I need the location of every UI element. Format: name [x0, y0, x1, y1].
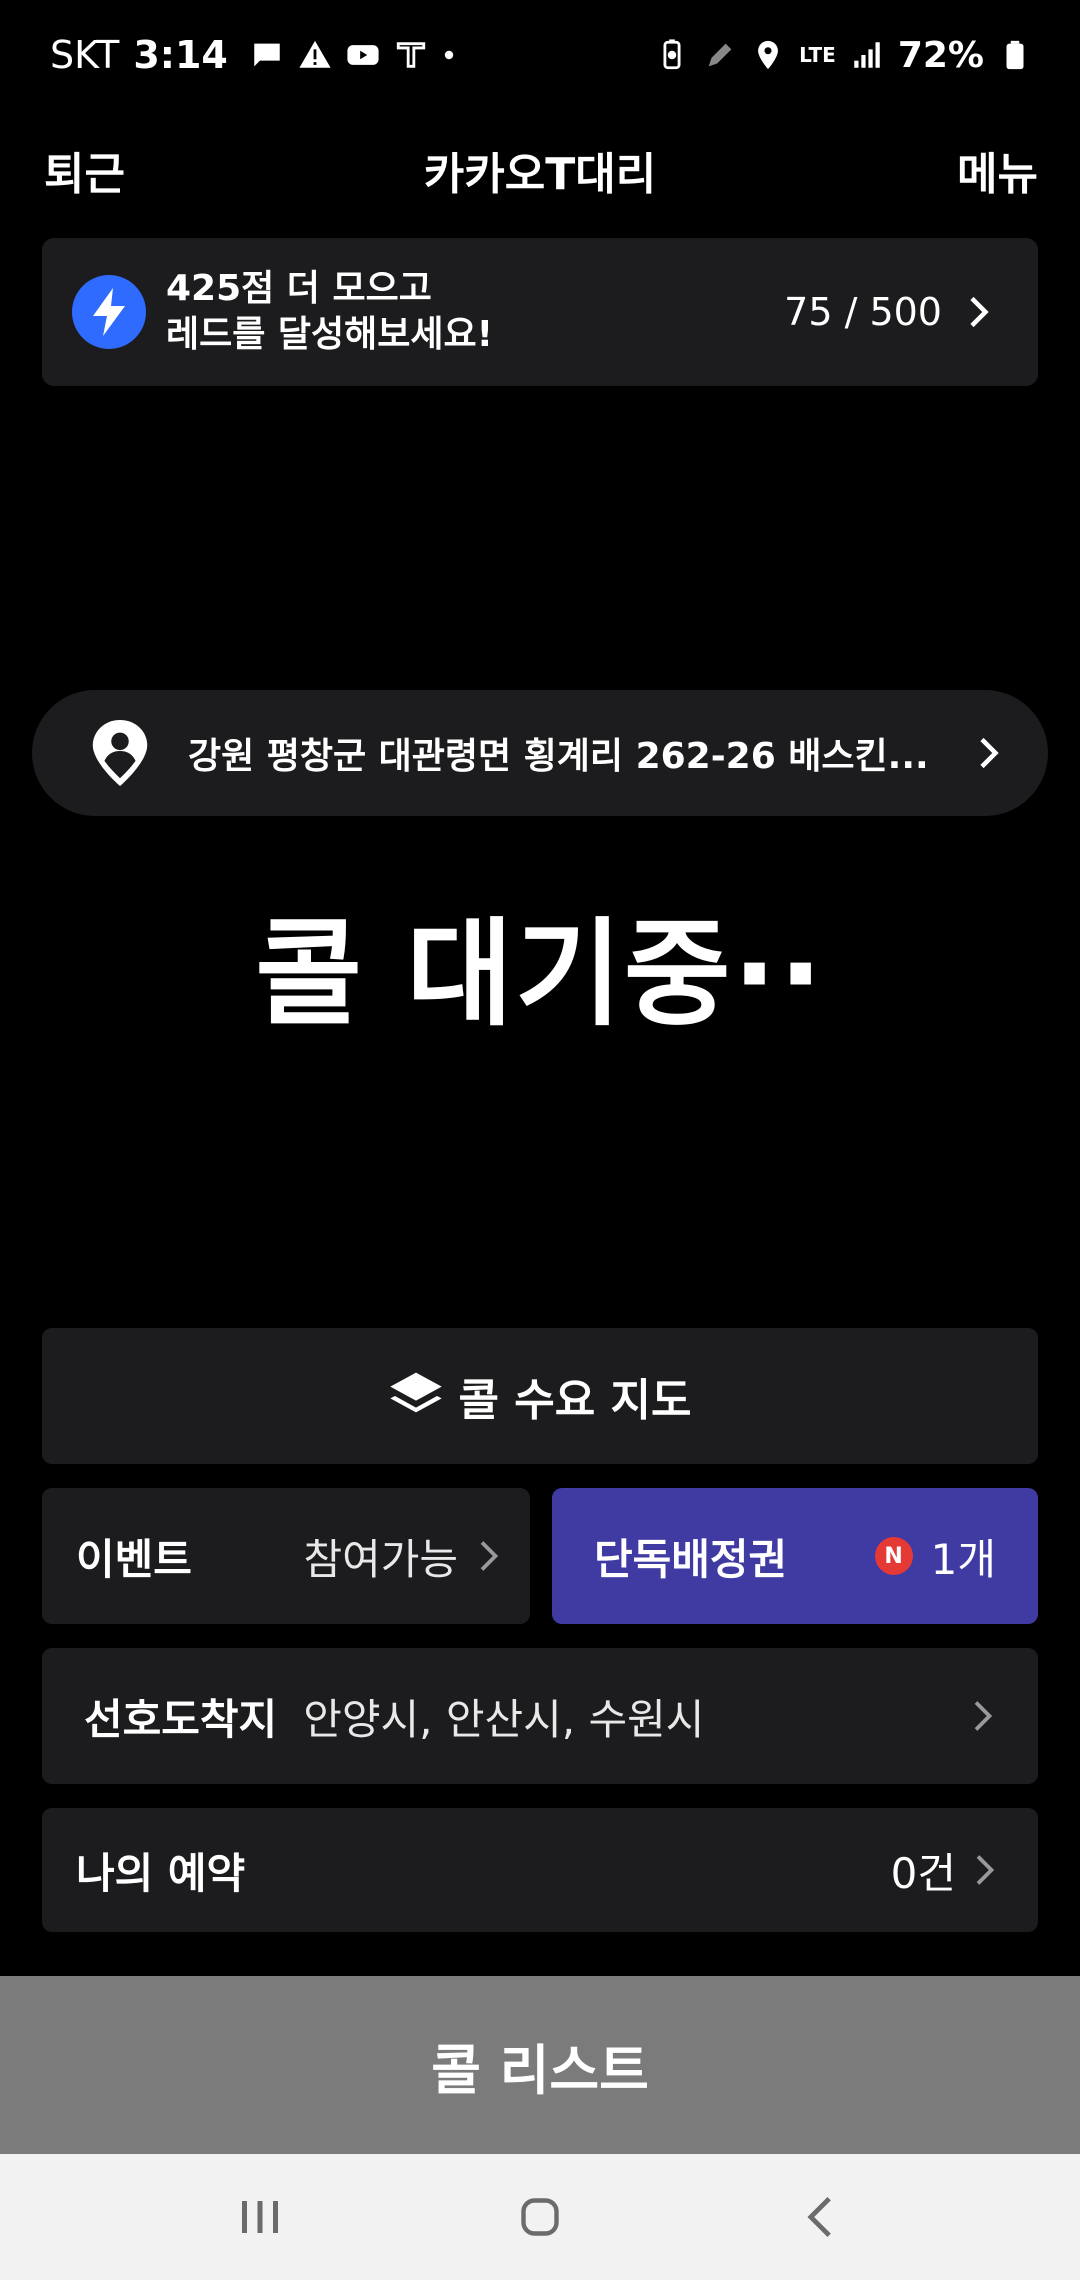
warning-icon [299, 40, 331, 68]
pen-icon [708, 43, 732, 67]
call-list-label: 콜 리스트 [431, 2038, 649, 2102]
youtube-icon [347, 45, 379, 65]
battery-percent: 72% [897, 34, 984, 76]
call-waiting-status: 콜 대기중·· [255, 907, 825, 1042]
demand-map-button[interactable]: 콜 수요 지도 [42, 1328, 1038, 1464]
exclusive-count: 1개 [930, 1534, 996, 1584]
promo-line-1: 425점 더 모으고 [166, 268, 432, 309]
carrier-label: SKT [50, 33, 120, 77]
location-status-icon [758, 40, 778, 70]
network-type: LTE [799, 43, 836, 67]
system-nav-bar [0, 2154, 1080, 2280]
chevron-right-icon [974, 1701, 993, 1731]
app-header: 퇴근 카카오T대리 메뉴 [0, 120, 1080, 220]
lightning-icon [93, 288, 125, 336]
my-reservation-label: 나의 예약 [76, 1848, 246, 1898]
app-screen: SKT 3:14 LTE 72% 퇴근 카카오T대리 메뉴 425점 더 모으고… [0, 0, 1080, 2280]
tmap-icon [396, 42, 426, 68]
event-label: 이벤트 [76, 1534, 192, 1584]
event-status: 참여가능 [303, 1534, 458, 1584]
recents-icon [242, 2201, 278, 2233]
preferred-destination-button[interactable]: 선호도착지 안양시, 안산시, 수원시 [42, 1648, 1038, 1784]
current-location-button[interactable]: 강원 평창군 대관령면 횡계리 262-26 배스킨... [32, 690, 1048, 816]
status-right: LTE 72% [655, 35, 1032, 76]
location-pin-icon [92, 719, 148, 787]
call-list-button[interactable]: 콜 리스트 [0, 1976, 1080, 2154]
exclusive-dispatch-label: 단독배정권 [594, 1534, 788, 1584]
clock: 3:14 [133, 33, 228, 77]
page-title: 카카오T대리 [423, 149, 657, 200]
status-bar: SKT 3:14 LTE 72% [0, 0, 1080, 110]
reservation-count-group: 0건 [891, 1840, 1002, 1901]
promo-line-2: 레드를 달성해보세요! [166, 314, 494, 355]
chevron-right-icon [976, 1855, 995, 1885]
battery-icon [1006, 40, 1024, 70]
message-icon [254, 43, 280, 67]
preferred-destination-value: 안양시, 안산시, 수원시 [303, 1694, 705, 1744]
promo-message: 425점 더 모으고 레드를 달성해보세요! [166, 266, 784, 358]
event-status-group: 참여가능 [303, 1526, 506, 1587]
event-button[interactable]: 이벤트 참여가능 [42, 1488, 530, 1624]
lightning-badge [72, 275, 146, 349]
layers-icon [390, 1372, 443, 1413]
home-icon [521, 2198, 559, 2236]
recents-button[interactable] [220, 2177, 300, 2257]
menu-button[interactable]: 메뉴 [957, 138, 1038, 202]
reservation-count: 0건 [890, 1848, 956, 1898]
location-address: 강원 평창군 대관령면 횡계리 262-26 배스킨... [188, 736, 929, 777]
exclusive-count-group: N 1개 [874, 1526, 996, 1587]
back-button[interactable] [780, 2177, 860, 2257]
chevron-right-icon [480, 1541, 499, 1571]
off-work-button[interactable]: 퇴근 [44, 138, 125, 202]
signal-icon [854, 42, 880, 68]
demand-map-label: 콜 수요 지도 [458, 1375, 692, 1426]
home-button[interactable] [500, 2177, 580, 2257]
grade-score: 75 / 500 [784, 290, 942, 334]
status-left: SKT 3:14 [50, 33, 456, 77]
chevron-right-icon [980, 737, 999, 769]
exclusive-dispatch-button[interactable]: 단독배정권 N 1개 [552, 1488, 1038, 1624]
back-icon [807, 2196, 831, 2238]
chevron-right-icon [970, 296, 989, 328]
battery-saver-icon [663, 39, 681, 70]
more-notifications-dot-icon [444, 50, 454, 60]
notification-icons [250, 38, 456, 72]
grade-promo-card[interactable]: 425점 더 모으고 레드를 달성해보세요! 75 / 500 [42, 238, 1038, 386]
preferred-destination-label: 선호도착지 [84, 1694, 278, 1744]
new-badge: N [874, 1537, 913, 1575]
my-reservation-button[interactable]: 나의 예약 0건 [42, 1808, 1038, 1932]
